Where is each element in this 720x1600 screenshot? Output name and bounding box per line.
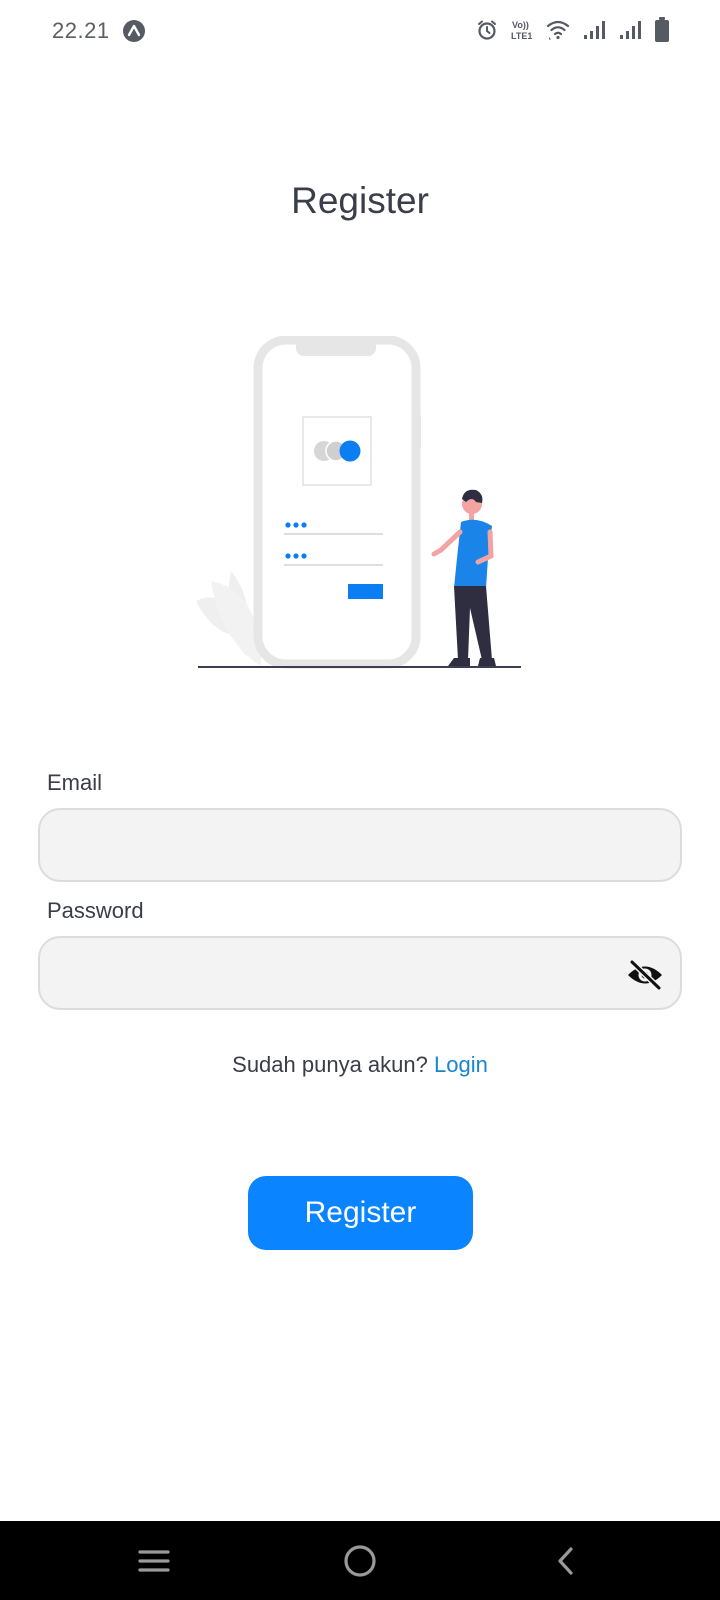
- login-prompt: Sudah punya akun? Login: [0, 1052, 720, 1078]
- svg-text:Vo)): Vo)): [512, 20, 529, 30]
- password-field[interactable]: [38, 936, 682, 1010]
- password-visibility-toggle[interactable]: [626, 958, 664, 992]
- app-notification-icon: [123, 20, 145, 42]
- login-link[interactable]: Login: [434, 1052, 488, 1077]
- wifi-icon: [546, 20, 570, 40]
- alarm-icon: [478, 20, 496, 40]
- email-label: Email: [47, 770, 103, 795]
- status-icons: Vo)) LTE1: [476, 16, 670, 44]
- page-title: Register: [291, 180, 429, 221]
- login-prompt-text: Sudah punya akun?: [232, 1052, 428, 1077]
- password-label: Password: [47, 898, 144, 923]
- home-icon[interactable]: [340, 1541, 380, 1581]
- volte-icon: Vo)) LTE1: [511, 20, 532, 41]
- back-icon[interactable]: [547, 1541, 587, 1581]
- register-screen: 22.21 Vo)) LTE1 Register Email Password …: [0, 0, 720, 1600]
- signal-sim1-icon: [584, 21, 605, 39]
- signal-sim2-icon: [620, 21, 641, 39]
- svg-text:LTE1: LTE1: [511, 31, 532, 41]
- navigation-bar: [0, 1521, 720, 1600]
- status-time: 22.21: [52, 18, 110, 43]
- register-button[interactable]: Register: [248, 1176, 473, 1250]
- email-field[interactable]: [38, 808, 682, 882]
- status-bar: 22.21 Vo)) LTE1: [0, 0, 720, 62]
- recent-apps-icon[interactable]: [134, 1541, 174, 1581]
- eye-off-icon: [628, 960, 662, 990]
- phone-login-illustration: [196, 336, 521, 669]
- battery-icon: [655, 17, 669, 42]
